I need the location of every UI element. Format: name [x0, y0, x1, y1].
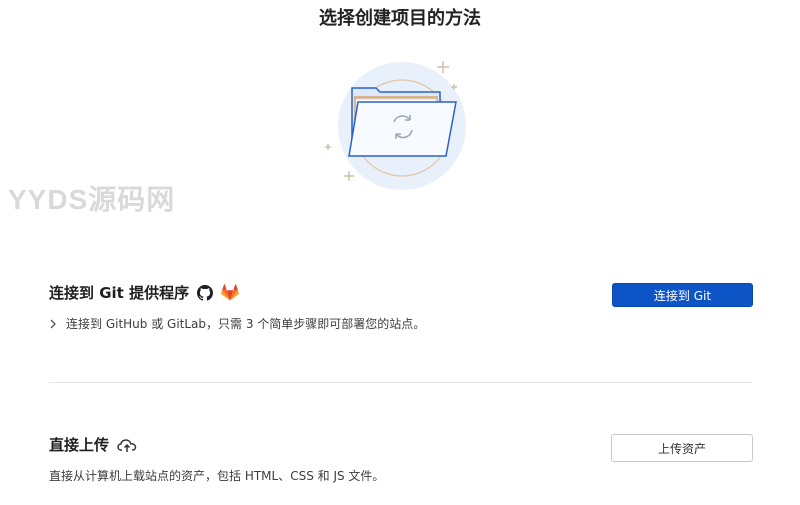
git-section-title-text: 连接到 Git 提供程序: [49, 284, 190, 302]
git-section-description: 连接到 GitHub 或 GitLab，只需 3 个简单步骤即可部署您的站点。: [66, 317, 426, 331]
upload-section-title-text: 直接上传: [49, 436, 110, 454]
github-icon: [197, 284, 214, 301]
connect-git-button[interactable]: 连接到 Git: [612, 283, 753, 307]
watermark: YYDS源码网: [8, 184, 176, 215]
gitlab-icon: [221, 284, 240, 301]
upload-assets-button[interactable]: 上传资产: [611, 434, 753, 462]
cloud-upload-icon: [117, 437, 137, 453]
folder-illustration: [322, 56, 482, 196]
upload-section-description: 直接从计算机上载站点的资产，包括 HTML、CSS 和 JS 文件。: [49, 469, 385, 483]
page-title: 选择创建项目的方法: [319, 8, 481, 29]
chevron-right-icon[interactable]: [49, 318, 57, 330]
git-section-title: 连接到 Git 提供程序: [49, 282, 240, 303]
upload-section-title: 直接上传: [49, 434, 137, 455]
git-section-description-row[interactable]: 连接到 GitHub 或 GitLab，只需 3 个简单步骤即可部署您的站点。: [49, 315, 425, 332]
folder-sync-icon: [325, 61, 466, 190]
section-divider: [49, 382, 752, 383]
page: 选择创建项目的方法 YYDS源码网 连接到 Git 提供程序 连接到 GitHu…: [0, 0, 800, 505]
